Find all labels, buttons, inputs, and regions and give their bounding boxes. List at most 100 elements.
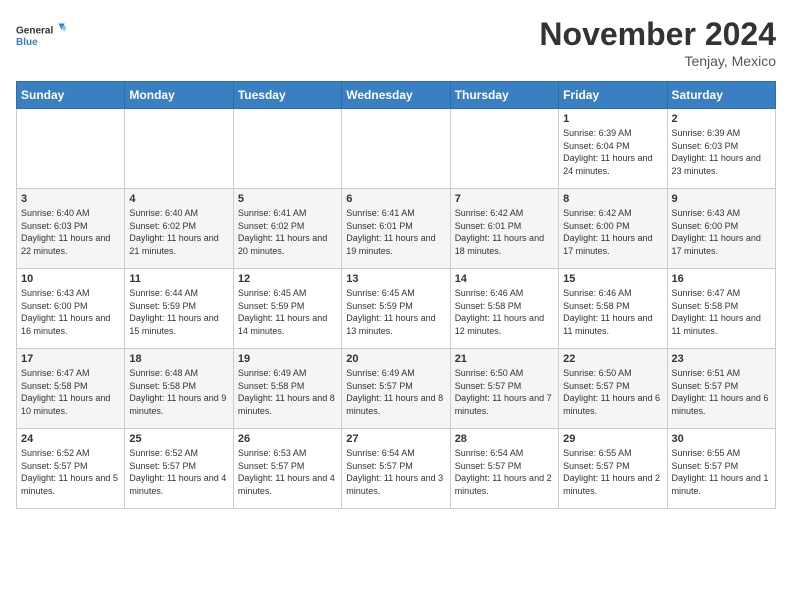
cell-info: Sunrise: 6:50 AM Sunset: 5:57 PM Dayligh… (455, 367, 554, 417)
cell-info: Sunrise: 6:48 AM Sunset: 5:58 PM Dayligh… (129, 367, 228, 417)
day-number: 10 (21, 273, 120, 285)
calendar-cell (125, 109, 233, 189)
col-header-wednesday: Wednesday (342, 82, 450, 109)
cell-info: Sunrise: 6:53 AM Sunset: 5:57 PM Dayligh… (238, 447, 337, 497)
day-number: 17 (21, 353, 120, 365)
day-number: 18 (129, 353, 228, 365)
cell-info: Sunrise: 6:41 AM Sunset: 6:02 PM Dayligh… (238, 207, 337, 257)
calendar-cell (342, 109, 450, 189)
cell-info: Sunrise: 6:43 AM Sunset: 6:00 PM Dayligh… (672, 207, 771, 257)
svg-text:General: General (16, 26, 53, 37)
calendar-cell: 13 Sunrise: 6:45 AM Sunset: 5:59 PM Dayli… (342, 269, 450, 349)
cell-info: Sunrise: 6:50 AM Sunset: 5:57 PM Dayligh… (563, 367, 662, 417)
day-number: 2 (672, 113, 771, 125)
calendar-cell: 17 Sunrise: 6:47 AM Sunset: 5:58 PM Dayli… (17, 349, 125, 429)
col-header-thursday: Thursday (450, 82, 558, 109)
cell-info: Sunrise: 6:55 AM Sunset: 5:57 PM Dayligh… (563, 447, 662, 497)
cell-info: Sunrise: 6:47 AM Sunset: 5:58 PM Dayligh… (21, 367, 120, 417)
cell-info: Sunrise: 6:39 AM Sunset: 6:03 PM Dayligh… (672, 127, 771, 177)
day-number: 5 (238, 193, 337, 205)
cell-info: Sunrise: 6:52 AM Sunset: 5:57 PM Dayligh… (129, 447, 228, 497)
cell-info: Sunrise: 6:47 AM Sunset: 5:58 PM Dayligh… (672, 287, 771, 337)
cell-info: Sunrise: 6:46 AM Sunset: 5:58 PM Dayligh… (563, 287, 662, 337)
month-title: November 2024 (539, 16, 776, 53)
calendar-cell: 20Sunrise: 6:49 AM Sunset: 5:57 PM Dayli… (342, 349, 450, 429)
logo: General Blue (16, 16, 66, 56)
calendar-cell: 5 Sunrise: 6:41 AM Sunset: 6:02 PM Daylig… (233, 189, 341, 269)
calendar-cell: 27 Sunrise: 6:54 AM Sunset: 5:57 PM Dayli… (342, 429, 450, 509)
day-number: 19 (238, 353, 337, 365)
day-number: 4 (129, 193, 228, 205)
calendar-cell: 28 Sunrise: 6:54 AM Sunset: 5:57 PM Dayli… (450, 429, 558, 509)
header-row: SundayMondayTuesdayWednesdayThursdayFrid… (17, 82, 776, 109)
calendar-cell: 14Sunrise: 6:46 AM Sunset: 5:58 PM Dayli… (450, 269, 558, 349)
calendar-cell (450, 109, 558, 189)
day-number: 9 (672, 193, 771, 205)
calendar-cell: 3 Sunrise: 6:40 AM Sunset: 6:03 PM Daylig… (17, 189, 125, 269)
calendar-cell: 23 Sunrise: 6:51 AM Sunset: 5:57 PM Dayli… (667, 349, 775, 429)
week-row-1: 1Sunrise: 6:39 AM Sunset: 6:04 PM Daylig… (17, 109, 776, 189)
calendar-cell: 4 Sunrise: 6:40 AM Sunset: 6:02 PM Daylig… (125, 189, 233, 269)
calendar-cell: 9 Sunrise: 6:43 AM Sunset: 6:00 PM Daylig… (667, 189, 775, 269)
calendar-cell: 12 Sunrise: 6:45 AM Sunset: 5:59 PM Dayli… (233, 269, 341, 349)
day-number: 3 (21, 193, 120, 205)
location: Tenjay, Mexico (539, 53, 776, 69)
cell-info: Sunrise: 6:54 AM Sunset: 5:57 PM Dayligh… (346, 447, 445, 497)
calendar-cell: 24Sunrise: 6:52 AM Sunset: 5:57 PM Dayli… (17, 429, 125, 509)
cell-info: Sunrise: 6:40 AM Sunset: 6:02 PM Dayligh… (129, 207, 228, 257)
day-number: 7 (455, 193, 554, 205)
day-number: 26 (238, 433, 337, 445)
day-number: 24 (21, 433, 120, 445)
calendar-cell: 29 Sunrise: 6:55 AM Sunset: 5:57 PM Dayli… (559, 429, 667, 509)
day-number: 11 (129, 273, 228, 285)
calendar-cell: 7 Sunrise: 6:42 AM Sunset: 6:01 PM Daylig… (450, 189, 558, 269)
col-header-monday: Monday (125, 82, 233, 109)
calendar-cell: 30Sunrise: 6:55 AM Sunset: 5:57 PM Dayli… (667, 429, 775, 509)
day-number: 6 (346, 193, 445, 205)
calendar-cell: 1Sunrise: 6:39 AM Sunset: 6:04 PM Daylig… (559, 109, 667, 189)
calendar-cell: 10Sunrise: 6:43 AM Sunset: 6:00 PM Dayli… (17, 269, 125, 349)
day-number: 30 (672, 433, 771, 445)
cell-info: Sunrise: 6:41 AM Sunset: 6:01 PM Dayligh… (346, 207, 445, 257)
week-row-4: 17 Sunrise: 6:47 AM Sunset: 5:58 PM Dayli… (17, 349, 776, 429)
day-number: 29 (563, 433, 662, 445)
calendar-cell: 16 Sunrise: 6:47 AM Sunset: 5:58 PM Dayli… (667, 269, 775, 349)
cell-info: Sunrise: 6:42 AM Sunset: 6:01 PM Dayligh… (455, 207, 554, 257)
day-number: 21 (455, 353, 554, 365)
cell-info: Sunrise: 6:45 AM Sunset: 5:59 PM Dayligh… (238, 287, 337, 337)
cell-info: Sunrise: 6:51 AM Sunset: 5:57 PM Dayligh… (672, 367, 771, 417)
week-row-2: 3 Sunrise: 6:40 AM Sunset: 6:03 PM Daylig… (17, 189, 776, 269)
calendar-cell: 18 Sunrise: 6:48 AM Sunset: 5:58 PM Dayli… (125, 349, 233, 429)
title-section: November 2024 Tenjay, Mexico (539, 16, 776, 69)
day-number: 14 (455, 273, 554, 285)
col-header-sunday: Sunday (17, 82, 125, 109)
calendar-cell: 8Sunrise: 6:42 AM Sunset: 6:00 PM Daylig… (559, 189, 667, 269)
calendar-cell (17, 109, 125, 189)
cell-info: Sunrise: 6:54 AM Sunset: 5:57 PM Dayligh… (455, 447, 554, 497)
col-header-friday: Friday (559, 82, 667, 109)
day-number: 12 (238, 273, 337, 285)
page-header: General Blue November 2024 Tenjay, Mexic… (16, 16, 776, 69)
col-header-tuesday: Tuesday (233, 82, 341, 109)
day-number: 28 (455, 433, 554, 445)
day-number: 16 (672, 273, 771, 285)
calendar-cell: 15 Sunrise: 6:46 AM Sunset: 5:58 PM Dayli… (559, 269, 667, 349)
calendar-cell: 19Sunrise: 6:49 AM Sunset: 5:58 PM Dayli… (233, 349, 341, 429)
day-number: 27 (346, 433, 445, 445)
cell-info: Sunrise: 6:42 AM Sunset: 6:00 PM Dayligh… (563, 207, 662, 257)
day-number: 13 (346, 273, 445, 285)
week-row-5: 24 Sunrise: 6:52 AM Sunset: 5:57 PM Dayli… (17, 429, 776, 509)
day-number: 15 (563, 273, 662, 285)
calendar-cell: 22Sunrise: 6:50 AM Sunset: 5:57 PM Dayli… (559, 349, 667, 429)
cell-info: Sunrise: 6:39 AM Sunset: 6:04 PM Dayligh… (563, 127, 662, 177)
calendar-table: SundayMondayTuesdayWednesdayThursdayFrid… (16, 81, 776, 509)
svg-text:Blue: Blue (16, 37, 38, 48)
calendar-cell: 2 Sunrise: 6:39 AM Sunset: 6:03 PM Daylig… (667, 109, 775, 189)
cell-info: Sunrise: 6:40 AM Sunset: 6:03 PM Dayligh… (21, 207, 120, 257)
week-row-3: 10Sunrise: 6:43 AM Sunset: 6:00 PM Dayli… (17, 269, 776, 349)
day-number: 23 (672, 353, 771, 365)
calendar-cell: 26 Sunrise: 6:53 AM Sunset: 5:57 PM Dayli… (233, 429, 341, 509)
cell-info: Sunrise: 6:45 AM Sunset: 5:59 PM Dayligh… (346, 287, 445, 337)
day-number: 25 (129, 433, 228, 445)
calendar-cell (233, 109, 341, 189)
